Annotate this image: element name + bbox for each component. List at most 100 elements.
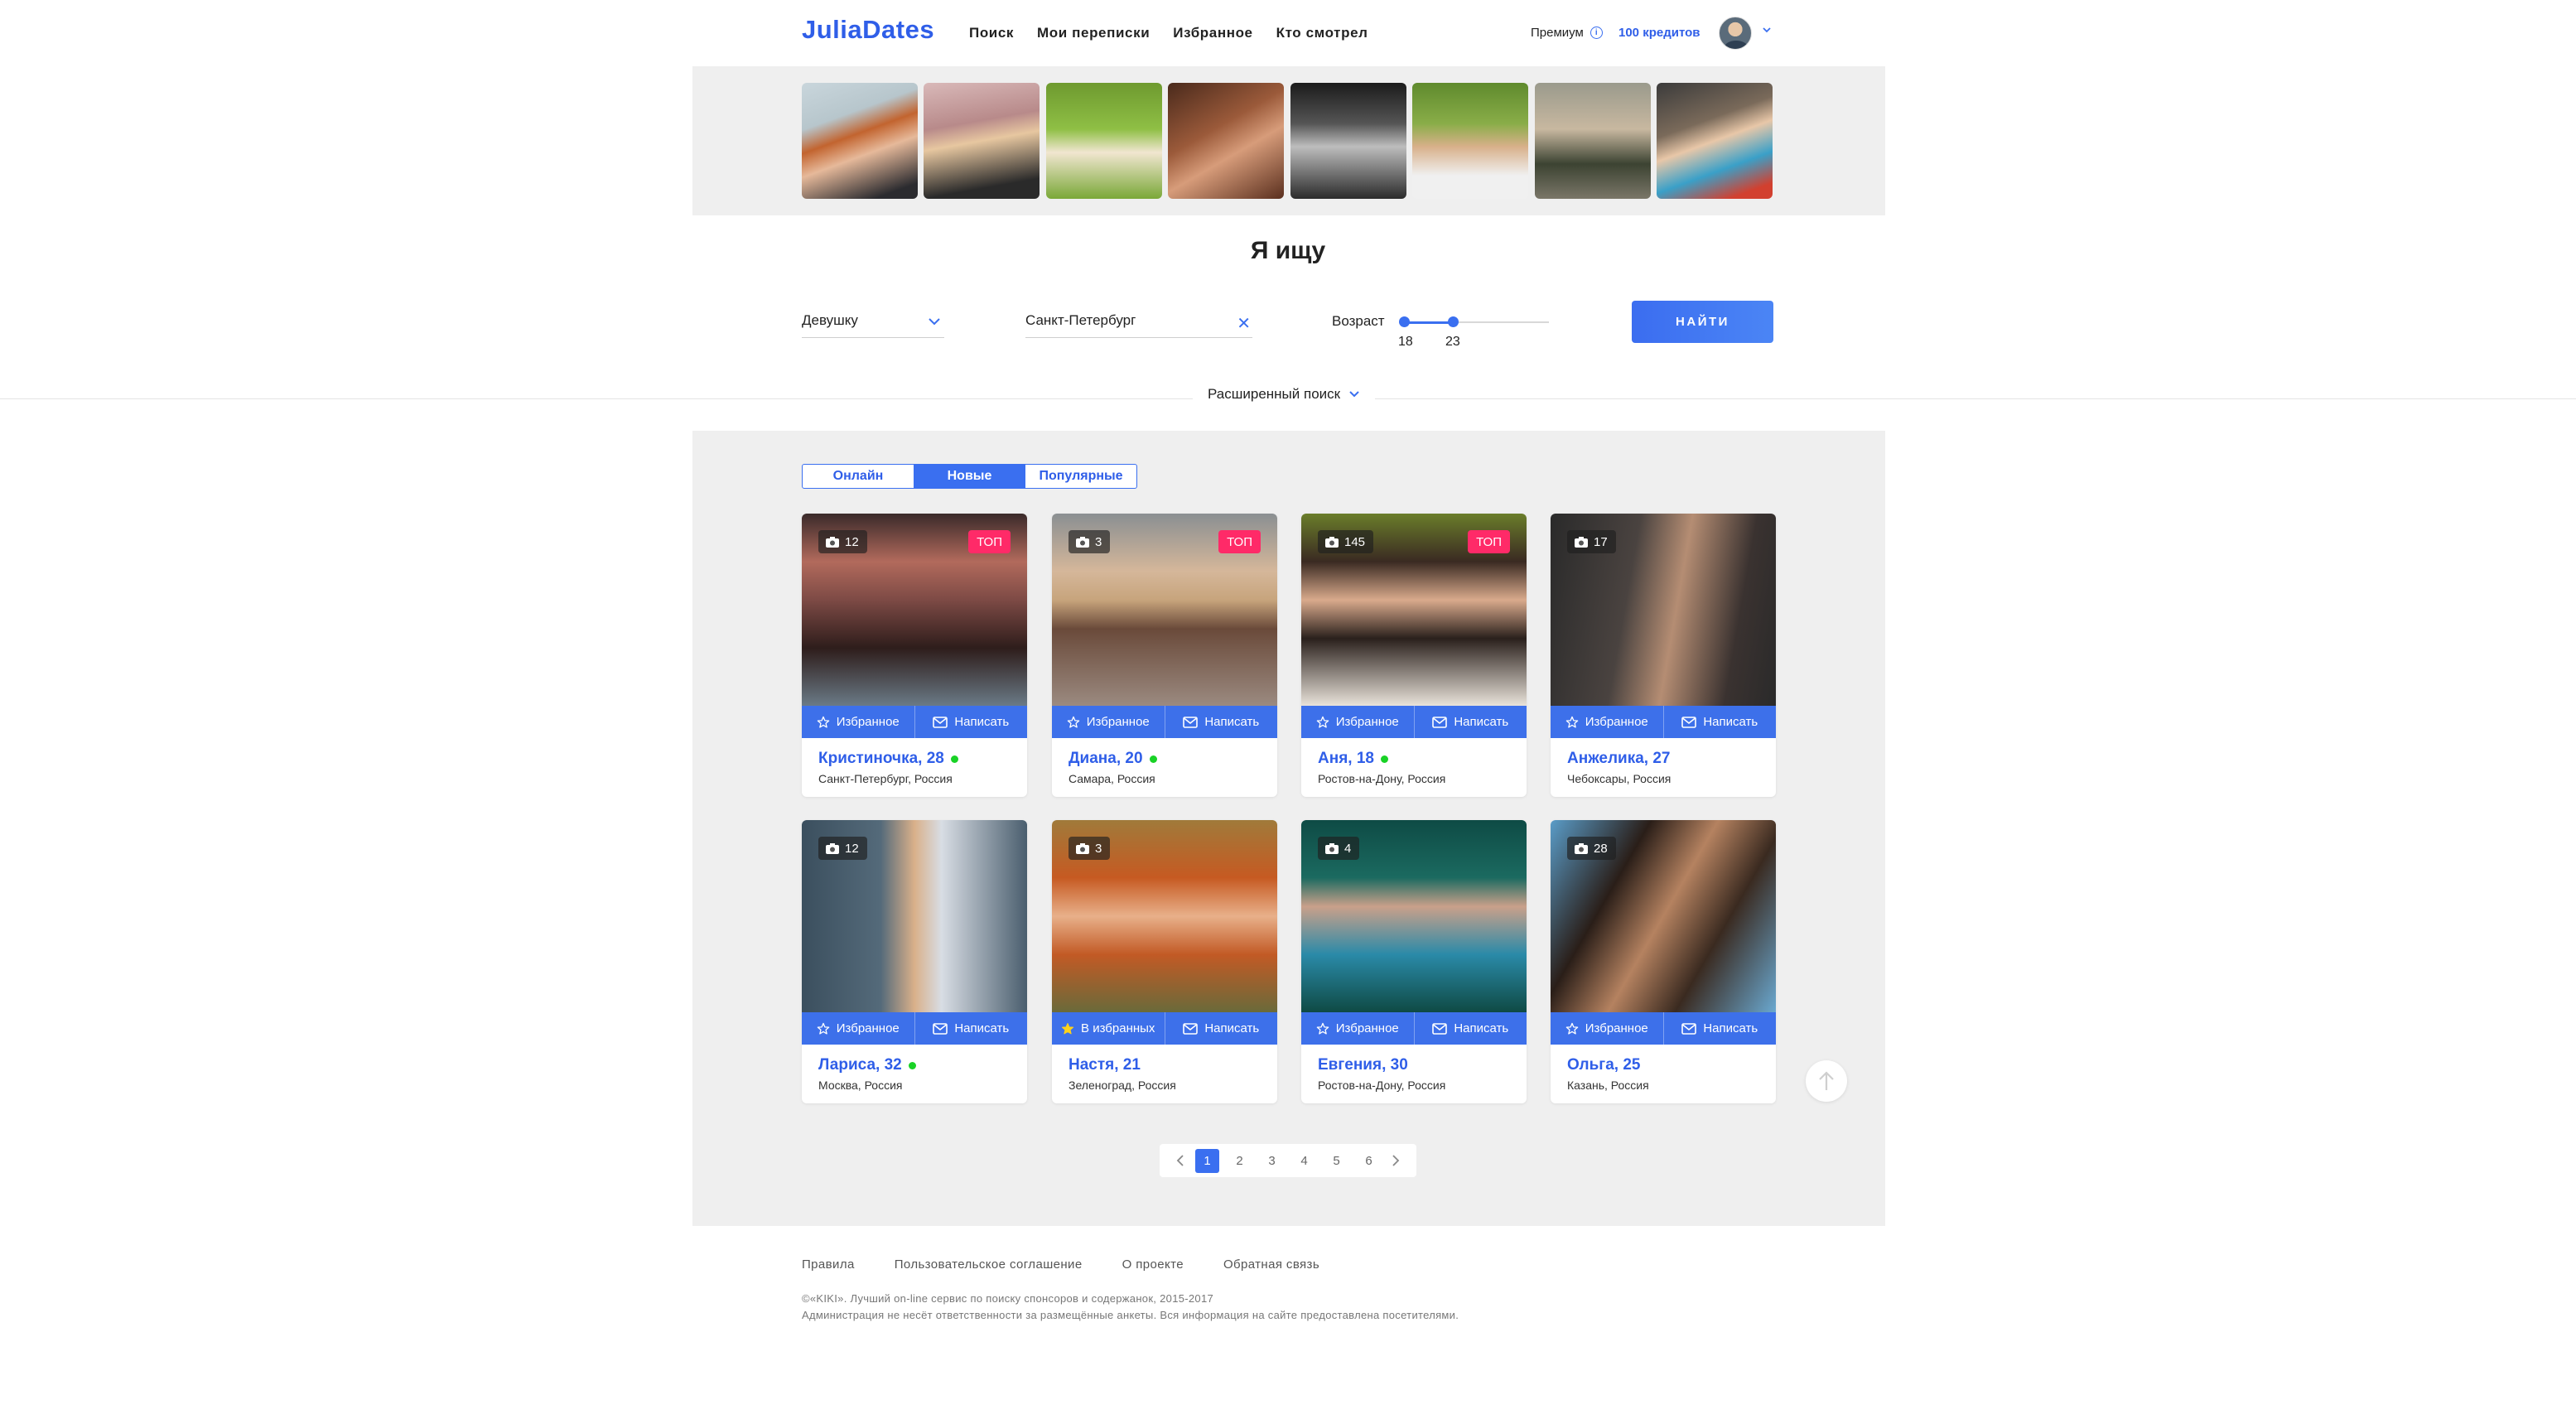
write-button[interactable]: Написать: [914, 706, 1028, 738]
profile-location: Ростов-на-Дону, Россия: [1318, 772, 1446, 785]
star-icon: [1316, 716, 1329, 728]
favorite-button[interactable]: Избранное: [802, 706, 914, 738]
page-3[interactable]: 3: [1260, 1149, 1284, 1173]
profile-card[interactable]: 17 Избранное Написать Анжелика, 27 Чебок…: [1551, 514, 1776, 797]
info-icon[interactable]: i: [1589, 27, 1603, 39]
close-icon[interactable]: ✕: [1237, 313, 1251, 334]
profile-card[interactable]: 12 ТОП Избранное Написать Кристиночка, 2…: [802, 514, 1027, 797]
favorite-label: Избранное: [1585, 1021, 1648, 1035]
tab-online[interactable]: Онлайн: [802, 464, 914, 489]
age-slider-max-handle[interactable]: [1448, 316, 1459, 327]
card-actions: Избранное Написать: [1301, 706, 1527, 738]
favorite-button[interactable]: Избранное: [1551, 706, 1663, 738]
star-icon: [1565, 1022, 1579, 1035]
footer-link-about[interactable]: О проекте: [1122, 1257, 1184, 1272]
featured-photo[interactable]: [1290, 83, 1406, 199]
tab-popular[interactable]: Популярные: [1025, 464, 1137, 489]
write-button[interactable]: Написать: [1662, 1012, 1777, 1045]
profile-name[interactable]: Настя, 21: [1069, 1056, 1141, 1074]
write-button[interactable]: Написать: [1413, 706, 1527, 738]
featured-photo[interactable]: [1168, 83, 1284, 199]
profile-card[interactable]: 12 Избранное Написать Лариса, 32 Москва,…: [802, 820, 1027, 1103]
favorite-button[interactable]: Избранное: [1052, 706, 1165, 738]
online-indicator: [1149, 755, 1157, 763]
chevron-left-icon[interactable]: [1175, 1154, 1187, 1167]
chevron-down-icon[interactable]: [1762, 25, 1772, 35]
profile-name[interactable]: Кристиночка, 28: [818, 750, 958, 768]
envelope-icon: [1681, 1022, 1697, 1035]
write-button[interactable]: Написать: [1413, 1012, 1527, 1045]
envelope-icon: [933, 716, 948, 728]
photo-count: 3: [1095, 841, 1102, 856]
profile-name[interactable]: Лариса, 32: [818, 1056, 916, 1074]
envelope-icon: [1183, 716, 1199, 728]
nav-viewed[interactable]: Кто смотрел: [1276, 25, 1368, 41]
profile-name[interactable]: Евгения, 30: [1318, 1056, 1408, 1074]
main-nav: Поиск Мои переписки Избранное Кто смотре…: [969, 25, 1368, 41]
advanced-search-toggle[interactable]: Расширенный поиск: [1193, 386, 1376, 403]
disclaimer-text: Администрация не несёт ответственности з…: [802, 1309, 1459, 1321]
featured-photo[interactable]: [1535, 83, 1651, 199]
nav-favorites[interactable]: Избранное: [1173, 25, 1252, 41]
write-button[interactable]: Написать: [1164, 1012, 1278, 1045]
favorite-button[interactable]: В избранных: [1052, 1012, 1165, 1045]
featured-photo[interactable]: [1657, 83, 1773, 199]
profile-name-text: Аня, 18: [1318, 750, 1374, 767]
scroll-top-button[interactable]: [1806, 1060, 1847, 1102]
age-label: Возраст: [1332, 313, 1385, 329]
chevron-right-icon[interactable]: [1389, 1154, 1401, 1167]
profile-name-text: Настя, 21: [1069, 1056, 1141, 1074]
profile-name[interactable]: Ольга, 25: [1567, 1056, 1640, 1074]
profile-card[interactable]: 4 Избранное Написать Евгения, 30 Ростов-…: [1301, 820, 1527, 1103]
photo-count: 3: [1095, 534, 1102, 549]
credits-link[interactable]: 100 кредитов: [1618, 26, 1700, 40]
logo[interactable]: JuliaDates: [802, 15, 934, 45]
nav-search[interactable]: Поиск: [969, 25, 1014, 41]
write-button[interactable]: Написать: [1164, 706, 1278, 738]
page-6[interactable]: 6: [1357, 1149, 1381, 1173]
profile-card[interactable]: 3 В избранных Написать Настя, 21 Зеленог…: [1052, 820, 1277, 1103]
profile-name-text: Ольга, 25: [1567, 1056, 1641, 1074]
profile-name[interactable]: Диана, 20: [1069, 750, 1157, 768]
footer-link-rules[interactable]: Правила: [802, 1257, 855, 1272]
profile-card[interactable]: 145 ТОП Избранное Написать Аня, 18 Росто…: [1301, 514, 1527, 797]
nav-messages[interactable]: Мои переписки: [1037, 25, 1150, 41]
profile-card[interactable]: 3 ТОП Избранное Написать Диана, 20 Самар…: [1052, 514, 1277, 797]
footer-link-feedback[interactable]: Обратная связь: [1223, 1257, 1319, 1272]
tab-new[interactable]: Новые: [913, 464, 1026, 489]
gender-select[interactable]: Девушку: [802, 310, 944, 338]
envelope-icon: [1681, 716, 1697, 728]
page-5[interactable]: 5: [1324, 1149, 1348, 1173]
profile-location: Санкт-Петербург, Россия: [818, 772, 953, 785]
write-button[interactable]: Написать: [914, 1012, 1028, 1045]
featured-photo[interactable]: [924, 83, 1040, 199]
profile-card[interactable]: 28 Избранное Написать Ольга, 25 Казань, …: [1551, 820, 1776, 1103]
envelope-icon: [933, 1022, 948, 1035]
profile-name[interactable]: Аня, 18: [1318, 750, 1388, 768]
find-button[interactable]: НАЙТИ: [1632, 301, 1773, 343]
favorite-button[interactable]: Избранное: [802, 1012, 914, 1045]
profile-name[interactable]: Анжелика, 27: [1567, 750, 1671, 768]
city-input[interactable]: Санкт-Петербург ✕: [1025, 310, 1252, 338]
featured-photo[interactable]: [802, 83, 918, 199]
premium-link[interactable]: Премиум i: [1531, 26, 1603, 40]
page-1[interactable]: 1: [1195, 1148, 1219, 1173]
camera-icon: [1575, 536, 1588, 548]
avatar[interactable]: [1719, 17, 1752, 50]
arrow-up-icon: [1819, 1071, 1834, 1090]
profile-location: Чебоксары, Россия: [1567, 772, 1672, 785]
featured-photo[interactable]: [1412, 83, 1528, 199]
age-slider-min-handle[interactable]: [1399, 316, 1410, 327]
page-4[interactable]: 4: [1292, 1149, 1316, 1173]
star-icon: [1067, 716, 1080, 728]
page-2[interactable]: 2: [1228, 1149, 1252, 1173]
favorite-button[interactable]: Избранное: [1301, 1012, 1414, 1045]
favorite-label: Избранное: [836, 1021, 900, 1035]
favorite-button[interactable]: Избранное: [1551, 1012, 1663, 1045]
featured-photo[interactable]: [1046, 83, 1162, 199]
profile-location: Казань, Россия: [1567, 1079, 1649, 1092]
write-button[interactable]: Написать: [1662, 706, 1777, 738]
filter-tabs: Онлайн Новые Популярные: [802, 464, 1137, 489]
footer-link-agreement[interactable]: Пользовательское соглашение: [895, 1257, 1083, 1272]
favorite-button[interactable]: Избранное: [1301, 706, 1414, 738]
